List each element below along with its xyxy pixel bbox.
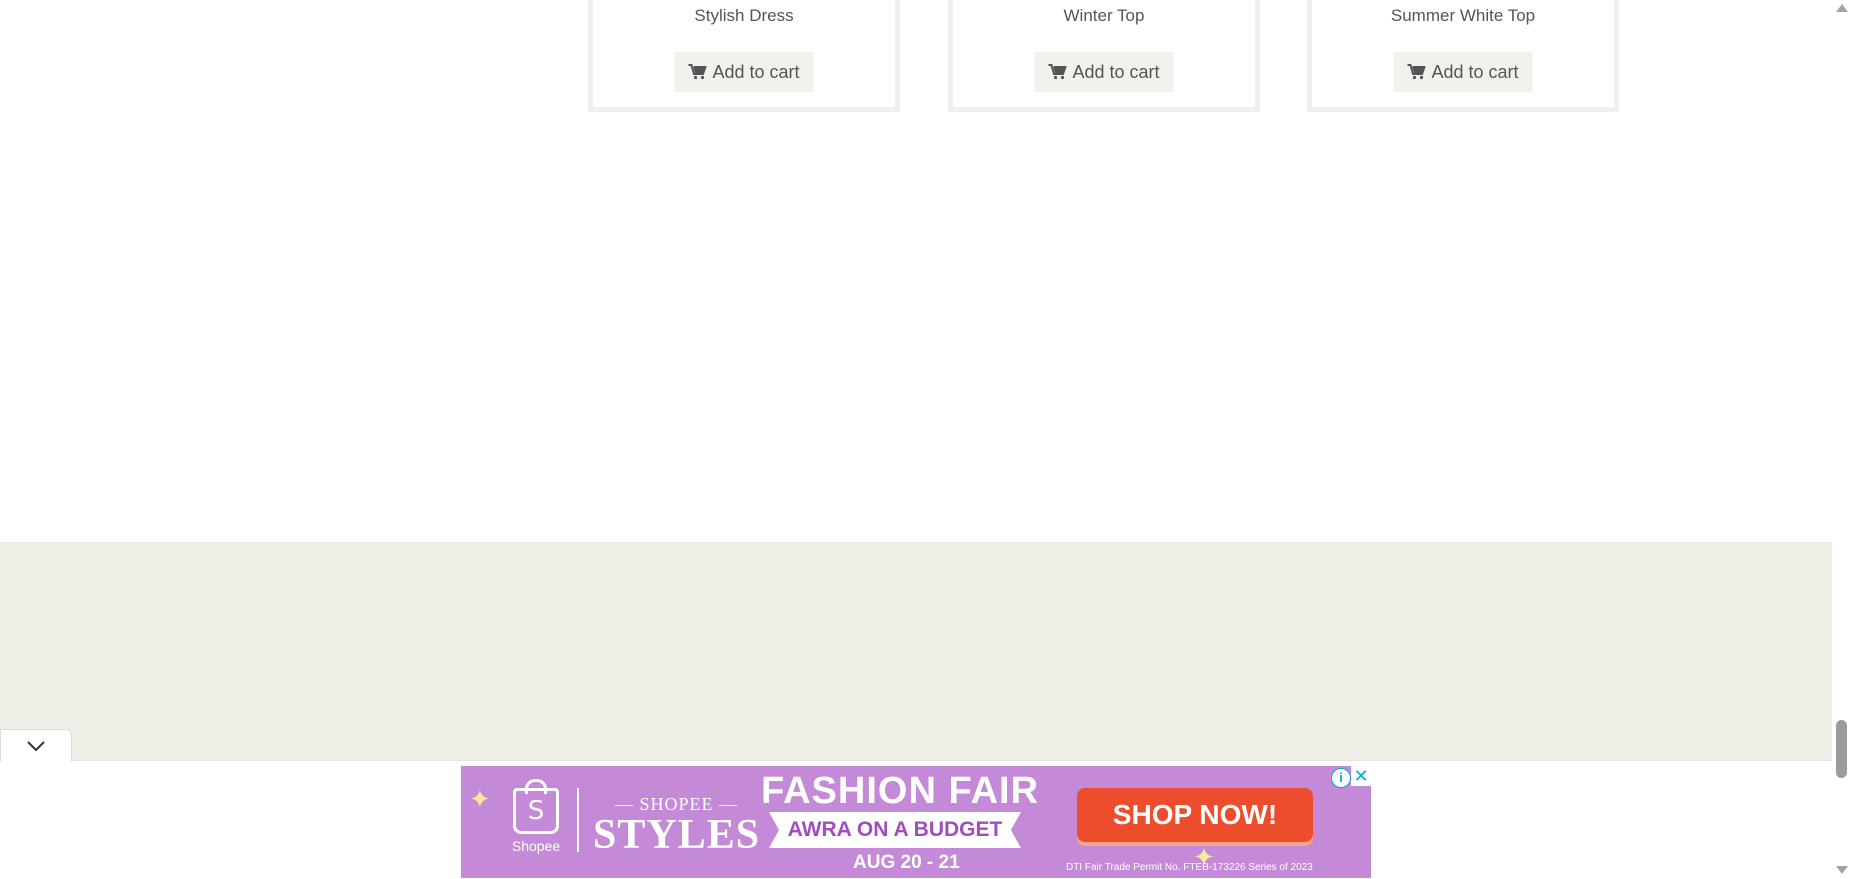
product-card: Stylish Dress Add to cart <box>588 0 900 112</box>
scroll-up-arrow-icon[interactable] <box>1836 4 1848 12</box>
info-icon[interactable]: i <box>1331 768 1351 788</box>
shopee-ad-banner[interactable]: ✦ ✦ S Shopee — SHOPEE — STYLES FASHION F… <box>461 766 1371 878</box>
divider <box>577 788 579 852</box>
scrollbar-thumb[interactable] <box>1836 720 1847 778</box>
ad-permit-text: DTI Fair Trade Permit No. FTEB-173226 Se… <box>1066 862 1313 873</box>
product-title[interactable]: Summer White Top <box>1312 6 1614 26</box>
brand-mark: — SHOPEE — STYLES <box>593 794 761 858</box>
chevron-down-icon <box>27 741 45 752</box>
ad-ribbon: AWRA ON A BUDGET <box>769 812 1021 848</box>
shopee-logo: S Shopee <box>511 779 561 854</box>
close-icon[interactable]: ✕ <box>1351 766 1371 786</box>
add-to-cart-label: Add to cart <box>712 61 800 82</box>
add-to-cart-label: Add to cart <box>1431 61 1519 82</box>
ad-headline: FASHION FAIR <box>761 770 1040 812</box>
scrollbar[interactable] <box>1832 0 1852 878</box>
add-to-cart-button[interactable]: Add to cart <box>674 52 814 92</box>
ad-dates: AUG 20 - 21 <box>853 852 960 873</box>
shop-now-button[interactable]: SHOP NOW! <box>1077 788 1313 842</box>
add-to-cart-button[interactable]: Add to cart <box>1393 52 1533 92</box>
shopping-cart-icon <box>1407 64 1426 80</box>
shopping-cart-icon <box>688 64 707 80</box>
site-footer <box>0 542 1832 760</box>
add-to-cart-button[interactable]: Add to cart <box>1034 52 1174 92</box>
collapse-ad-button[interactable] <box>0 729 72 762</box>
shopping-bag-icon: S <box>513 779 559 834</box>
brand-title: STYLES <box>593 812 761 858</box>
shopee-logo-text: Shopee <box>511 838 561 854</box>
scroll-down-arrow-icon[interactable] <box>1836 866 1848 874</box>
product-card: Summer White Top Add to cart <box>1307 0 1619 112</box>
product-title[interactable]: Stylish Dress <box>593 6 895 26</box>
product-card: Winter Top Add to cart <box>948 0 1260 112</box>
add-to-cart-label: Add to cart <box>1072 61 1160 82</box>
shopping-cart-icon <box>1048 64 1067 80</box>
product-title[interactable]: Winter Top <box>953 6 1255 26</box>
sparkle-icon: ✦ <box>469 784 491 814</box>
product-grid: Stylish Dress Add to cart Winter Top Add… <box>0 0 1832 542</box>
